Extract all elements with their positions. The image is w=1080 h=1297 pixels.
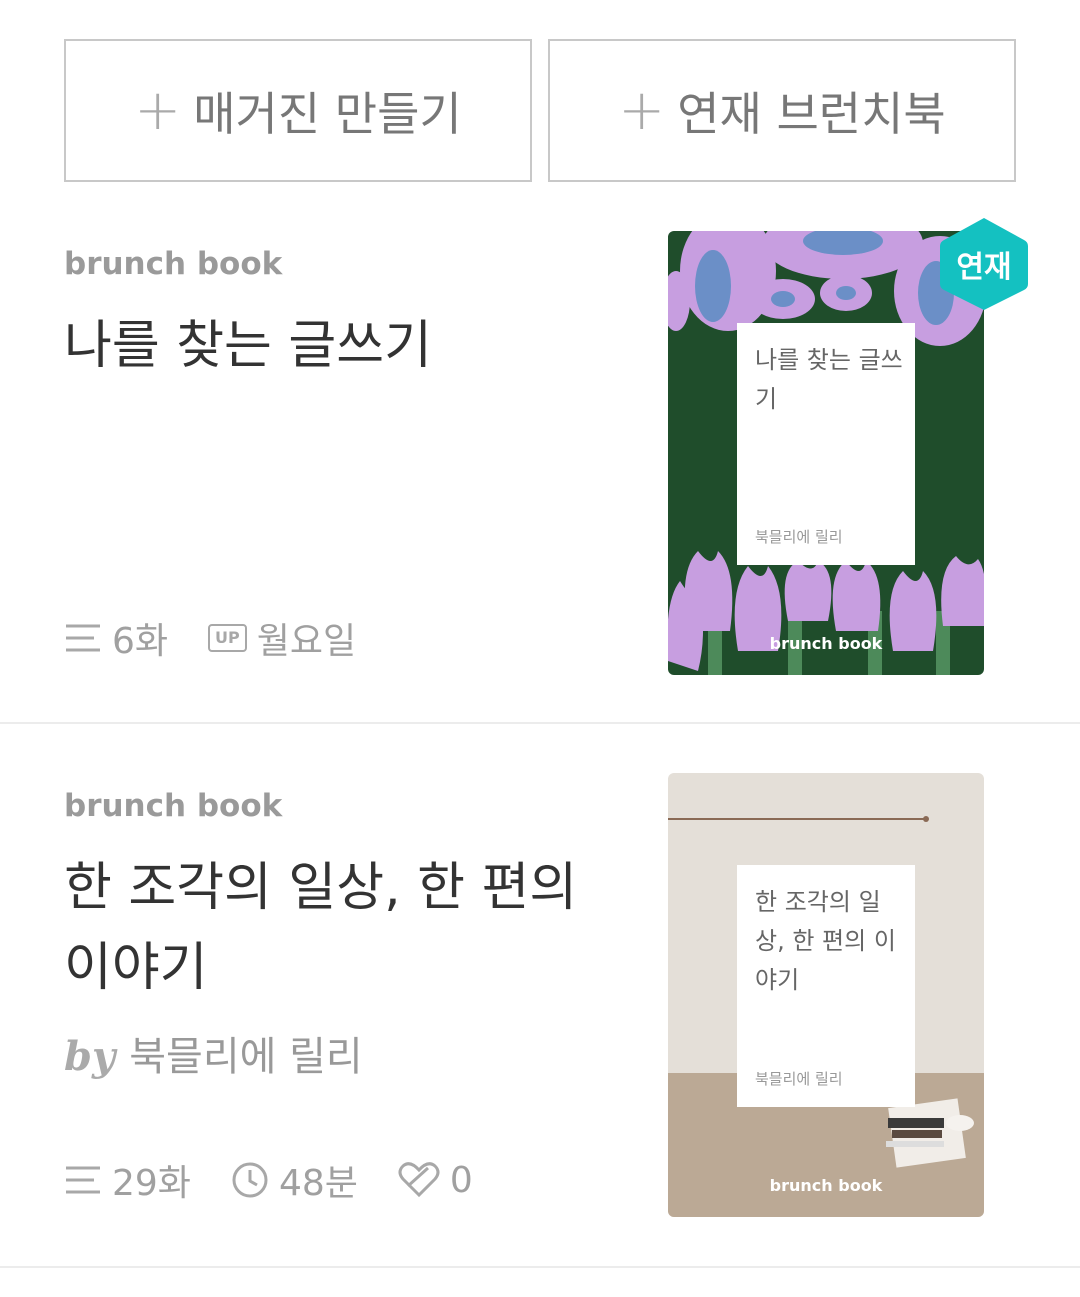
serial-badge: 연재	[938, 216, 1030, 312]
like-count: 0	[398, 1160, 473, 1201]
upload-day-label: 월요일	[256, 621, 357, 662]
plus-icon: +	[618, 77, 666, 143]
clock-icon	[232, 1162, 268, 1198]
book-meta: 29화 48분 0	[64, 1154, 473, 1206]
author-name[interactable]: 북믈리에 릴리	[129, 1034, 363, 1080]
book-meta: 6화 UP 월요일	[64, 612, 356, 664]
reading-time-label: 48분	[278, 1163, 358, 1204]
heart-icon	[398, 1162, 440, 1198]
list-icon	[66, 624, 100, 652]
cover-panel: 한 조각의 일상, 한 편의 이야기 북믈리에 릴리	[737, 865, 915, 1107]
action-buttons: + 매거진 만들기 + 연재 브런치북	[64, 39, 1016, 182]
brunchbook-item[interactable]: brunch book 한 조각의 일상, 한 편의 이야기 by 북믈리에 릴리…	[0, 740, 1080, 1268]
cover-title: 한 조각의 일상, 한 편의 이야기	[755, 888, 896, 994]
create-magazine-button[interactable]: + 매거진 만들기	[64, 39, 532, 182]
cover-panel: 나를 찾는 글쓰기 북믈리에 릴리	[737, 323, 915, 565]
book-title[interactable]: 한 조각의 일상, 한 편의 이야기	[64, 848, 604, 1008]
create-magazine-label: 매거진 만들기	[193, 86, 462, 141]
cover-brand: brunch book	[769, 634, 883, 653]
by-label: by	[64, 1033, 116, 1080]
brunchbook-label: brunch book	[64, 246, 283, 282]
cover-author: 북믈리에 릴리	[755, 528, 843, 546]
like-count-label: 0	[449, 1159, 473, 1201]
brunchbook-label: brunch book	[64, 788, 283, 824]
episode-count-label: 29화	[112, 1163, 191, 1204]
episode-count: 6화	[64, 612, 168, 664]
list-icon	[66, 1166, 100, 1194]
episode-count-label: 6화	[112, 621, 169, 662]
byline: by 북믈리에 릴리	[64, 1024, 363, 1082]
upload-day: UP 월요일	[208, 612, 356, 664]
upload-day-icon: UP	[208, 624, 247, 652]
serial-brunchbook-button[interactable]: + 연재 브런치북	[548, 39, 1016, 182]
brunchbook-item[interactable]: brunch book 나를 찾는 글쓰기 6화 UP 월요일 나를 찾는 글쓰…	[0, 200, 1080, 724]
serial-brunchbook-label: 연재 브런치북	[677, 86, 946, 141]
book-cover[interactable]: 한 조각의 일상, 한 편의 이야기 북믈리에 릴리 brunch book	[668, 773, 984, 1217]
cover-title: 나를 찾는 글쓰기	[755, 346, 903, 413]
serial-badge-label: 연재	[956, 250, 1012, 285]
plus-icon: +	[134, 77, 182, 143]
reading-time: 48분	[231, 1154, 358, 1206]
episode-count: 29화	[64, 1154, 191, 1206]
book-cover[interactable]: 나를 찾는 글쓰기 북믈리에 릴리 brunch book	[668, 231, 984, 675]
book-title[interactable]: 나를 찾는 글쓰기	[64, 306, 604, 386]
cover-author: 북믈리에 릴리	[755, 1070, 843, 1088]
cover-brand: brunch book	[769, 1176, 883, 1195]
